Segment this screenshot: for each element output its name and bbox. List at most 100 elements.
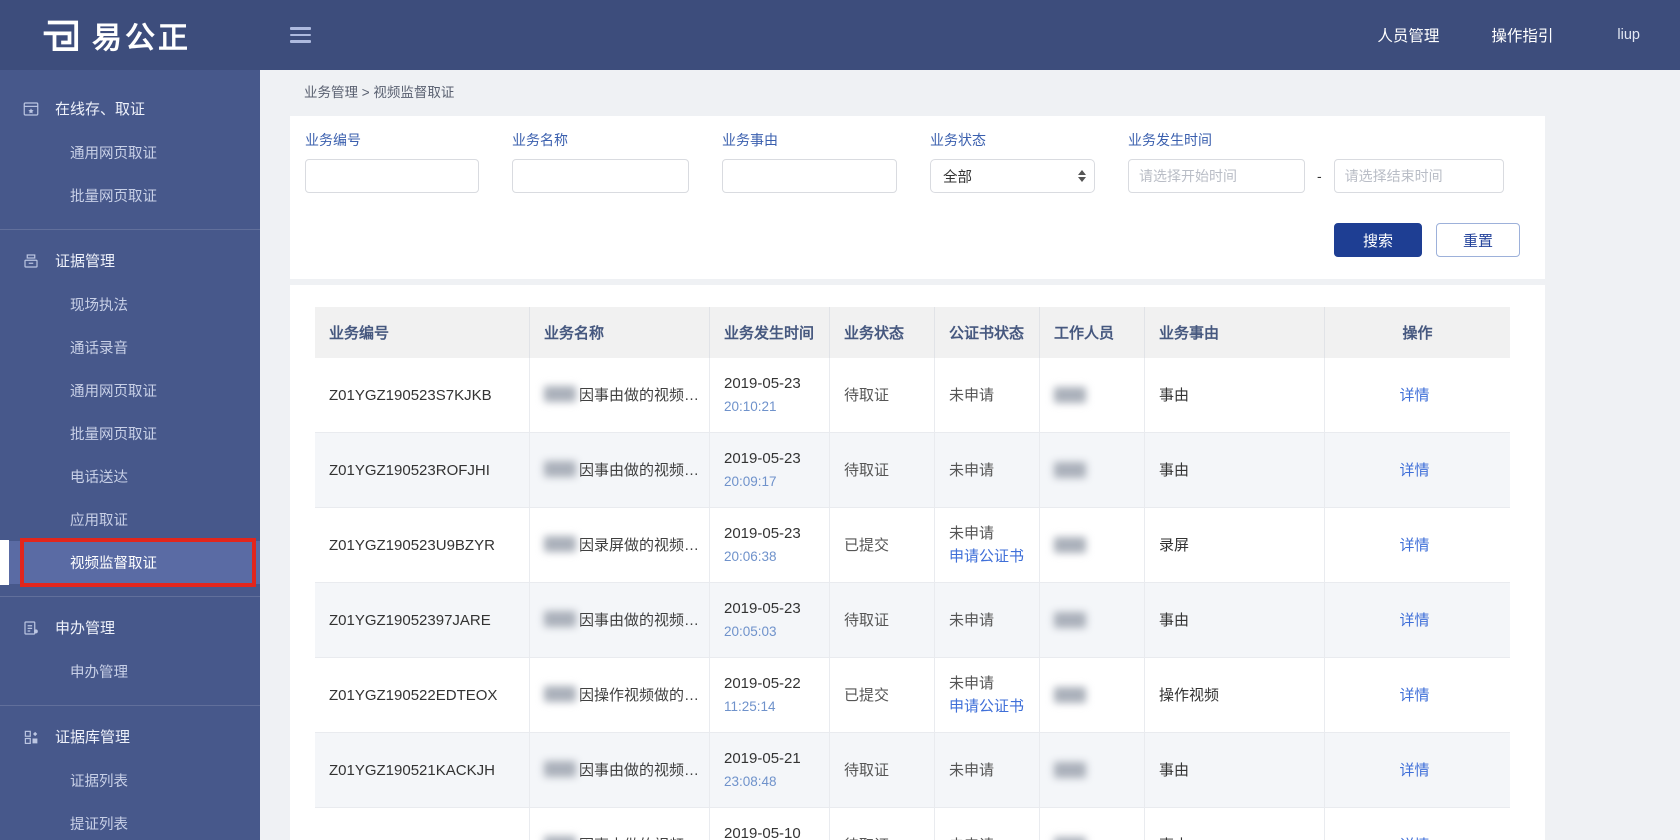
business-reason: 事由 (1159, 386, 1190, 404)
sidebar-section: 在线存、取证 通用网页取证批量网页取证 (0, 78, 260, 230)
topnav-item-guide[interactable]: 操作指引 (1491, 24, 1553, 46)
sidebar-item[interactable]: 通话录音 (0, 326, 260, 369)
table-header-cell: 工作人员 (1040, 307, 1145, 358)
sidebar-item[interactable]: 通用网页取证 (0, 131, 260, 174)
sidebar-item-label: 批量网页取证 (70, 427, 157, 443)
detail-link[interactable]: 详情 (1325, 534, 1504, 557)
sidebar-item[interactable]: 提证列表 (0, 802, 260, 840)
start-date-input[interactable] (1128, 159, 1305, 193)
cell-business-name: 因录屏做的视频… (530, 508, 710, 582)
evidence-box-icon (22, 252, 40, 270)
sidebar-item[interactable]: 通用网页取证 (0, 369, 260, 412)
cell-business-id: Z01YGZ190521KACKJH (315, 733, 530, 807)
cell-business-id: Z01YGZ19052397JARE (315, 583, 530, 657)
username[interactable]: liup (1617, 27, 1640, 43)
business-id: Z01YGZ190523ROFJHI (329, 461, 490, 479)
table-body: Z01YGZ190523S7KJKB 因事由做的视频… 2019-05-23 20:1… (315, 358, 1510, 840)
cell-notary-status: 未申请 (935, 583, 1040, 657)
cell-worker (1040, 658, 1145, 732)
logo-mark (43, 20, 79, 52)
cell-reason: 事由 (1145, 808, 1325, 840)
business-reason: 操作视频 (1159, 686, 1220, 704)
redacted-worker-name (1054, 762, 1086, 778)
sidebar-section-title[interactable]: 证据管理 (0, 238, 260, 283)
apply-notary-link[interactable]: 申请公证书 (949, 695, 1033, 718)
detail-link[interactable]: 详情 (1325, 609, 1504, 632)
sidebar-item[interactable]: 批量网页取证 (0, 412, 260, 455)
filter-date-range: 业务发生时间 - (1128, 130, 1504, 193)
occur-clock-time: 11:25:14 (724, 699, 776, 714)
cell-business-status: 待取证 (830, 583, 935, 657)
sidebar-item[interactable]: 批量网页取证 (0, 174, 260, 217)
sidebar-item[interactable]: 现场执法 (0, 283, 260, 326)
business-name: 因事由做的视频… (579, 461, 700, 479)
sidebar-item[interactable]: 申办管理 (0, 650, 260, 693)
sidebar-item-label: 视频监督取证 (70, 556, 157, 572)
cell-business-status: 待取证 (830, 433, 935, 507)
cell-business-name: 因事由做的视频… (530, 583, 710, 657)
cell-reason: 操作视频 (1145, 658, 1325, 732)
cell-worker (1040, 433, 1145, 507)
business-name-input[interactable] (512, 159, 689, 193)
business-name: 因操作视频做的… (579, 686, 700, 704)
apply-notary-link[interactable]: 申请公证书 (949, 545, 1033, 568)
sidebar-section-title[interactable]: 申办管理 (0, 605, 260, 650)
cell-reason: 事由 (1145, 583, 1325, 657)
sidebar-item[interactable]: 视频监督取证 (0, 538, 260, 587)
business-status-select[interactable]: 全部 (930, 159, 1095, 193)
hamburger-menu-icon[interactable] (286, 23, 315, 47)
topnav-item-personnel[interactable]: 人员管理 (1377, 24, 1439, 46)
redacted-name (544, 460, 576, 477)
detail-link[interactable]: 详情 (1325, 759, 1504, 782)
document-user-icon (22, 619, 40, 637)
breadcrumb: 业务管理 > 视频监督取证 (304, 85, 455, 100)
sidebar-item[interactable]: 电话送达 (0, 455, 260, 498)
occur-date: 2019-05-23 (724, 375, 801, 392)
redacted-worker-name (1054, 612, 1086, 628)
table-row: Z01YGZ190522EDTEOX 因操作视频做的… 2019-05-22 11:2… (315, 658, 1510, 733)
sidebar-item-label: 批量网页取证 (70, 189, 157, 205)
business-id: Z01YGZ190521KACKJH (329, 761, 495, 779)
business-table: 业务编号 业务名称 业务发生时间 业务状态 公证书状态 工作人员 业务事由 操作 Z01YGZ… (315, 307, 1510, 840)
notary-status: 未申请 (949, 675, 995, 692)
end-date-input[interactable] (1333, 159, 1504, 193)
selected-item-notch (0, 540, 9, 585)
detail-link[interactable]: 详情 (1325, 384, 1504, 407)
business-id: Z01YGZ190523U9BZYR (329, 536, 495, 554)
cell-business-status: 待取证 (830, 808, 935, 840)
cell-business-id: Z01YGZ190523S7KJKB (315, 358, 530, 432)
cell-occur-time: 2019-05-1016:48:31 (710, 808, 830, 840)
detail-link[interactable]: 详情 (1325, 834, 1504, 840)
occur-date: 2019-05-10 (724, 825, 801, 840)
cell-action: 详情 (1325, 808, 1510, 840)
detail-link[interactable]: 详情 (1325, 684, 1504, 707)
business-id-input[interactable] (305, 159, 479, 193)
logo-text: 易公正 (92, 22, 191, 55)
sidebar-section-label: 证据库管理 (55, 729, 131, 746)
sidebar-item[interactable]: 应用取证 (0, 498, 260, 541)
filter-panel: 业务编号 业务名称 业务事由 业务状态 全部 业务发生时间 请选择开始时间 - … (290, 116, 1545, 279)
sidebar-section-title[interactable]: 在线存、取证 (0, 86, 260, 131)
business-name: 因事由做的视频… (579, 611, 700, 629)
sidebar-item[interactable]: 证据列表 (0, 759, 260, 802)
sidebar-section-label: 证据管理 (55, 253, 116, 270)
business-reason: 事由 (1159, 611, 1190, 629)
table-row: Z01YGZ190523U9BZYR 因录屏做的视频… 2019-05-23 20:0… (315, 508, 1510, 583)
cell-worker (1040, 808, 1145, 840)
sidebar-section-title[interactable]: 证据库管理 (0, 714, 260, 759)
sidebar-nav: 在线存、取证 通用网页取证 批量网页取证 证据管理 现场执法 通话录音 通用网页取证 批量网页… (0, 70, 260, 840)
cell-business-id: Z01YGZ1905107WU5AE (315, 808, 530, 840)
cell-worker (1040, 583, 1145, 657)
business-name: 因事由做的视频… (579, 761, 700, 779)
occur-clock-time: 20:06:38 (724, 549, 777, 564)
search-button[interactable]: 搜索 (1334, 223, 1422, 257)
reset-button[interactable]: 重置 (1436, 223, 1520, 257)
cell-notary-status: 未申请 (935, 358, 1040, 432)
business-status: 待取证 (844, 386, 890, 404)
cell-worker (1040, 358, 1145, 432)
table-row: Z01YGZ190523S7KJKB 因事由做的视频… 2019-05-23 20:1… (315, 358, 1510, 433)
cell-action: 详情 (1325, 358, 1510, 432)
detail-link[interactable]: 详情 (1325, 459, 1504, 482)
business-reason-input[interactable] (722, 159, 897, 193)
redacted-name (544, 610, 576, 627)
